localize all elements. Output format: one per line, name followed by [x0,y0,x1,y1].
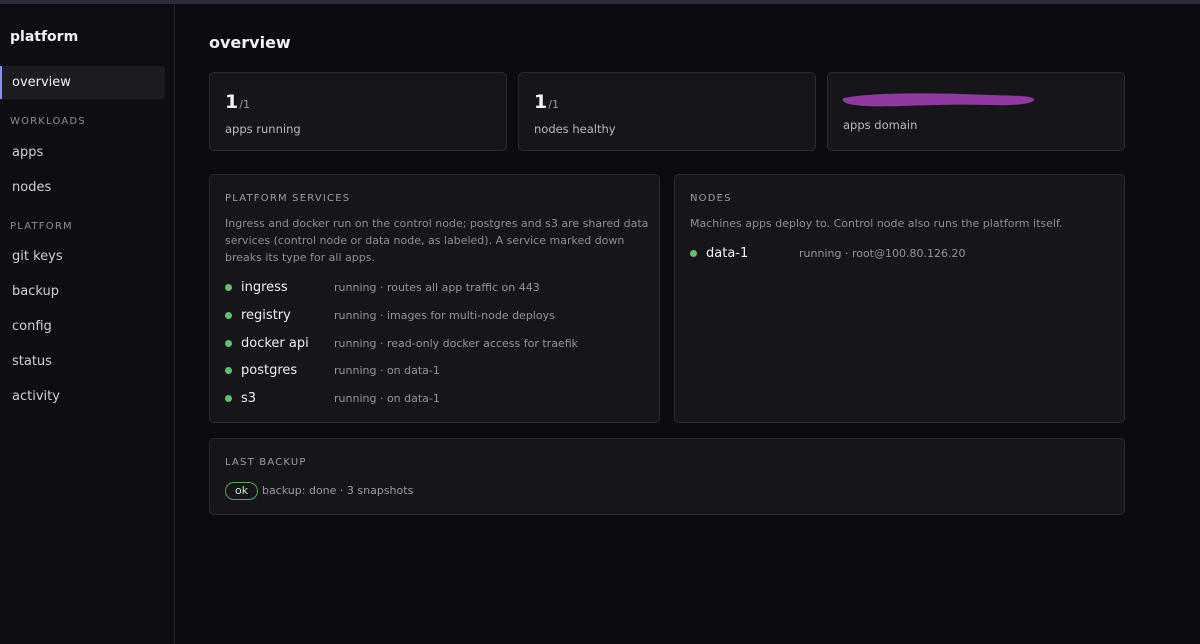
platform-services-panel: PLATFORM SERVICES Ingress and docker run… [209,174,660,423]
nodes-description: Machines apps deploy to. Control node al… [690,217,1063,230]
stat-card-domain: apps domain [827,72,1125,151]
sidebar-item-nodes[interactable]: nodes [0,171,165,204]
status-badge: ok [225,482,259,500]
sidebar-item-apps[interactable]: apps [0,136,165,169]
backup-summary: backup: done · 3 snapshots [262,484,414,497]
service-status: running · routes all app traffic on 443 [334,281,540,294]
service-name: s3 [241,391,257,406]
service-name: registry [241,308,291,323]
section-label-workloads: WORKLOADS [10,116,86,127]
nodes-healthy-count: 1 [534,91,548,113]
apps-total: /1 [239,98,250,111]
status-dot-icon [225,284,232,291]
list-item: ingress running · routes all app traffic… [225,278,645,298]
status-dot-icon [690,250,697,257]
list-item: data-1 running · root@100.80.126.20 [690,244,1110,264]
sidebar-item-status[interactable]: status [0,345,165,378]
service-status: running · on data-1 [334,364,440,377]
nodes-panel: NODES Machines apps deploy to. Control n… [674,174,1125,423]
service-status: running · read-only docker access for tr… [334,337,578,350]
stat-card-apps: 1/1 apps running [209,72,507,151]
sidebar-item-activity[interactable]: activity [0,380,165,413]
stat-card-nodes: 1/1 nodes healthy [518,72,816,151]
section-label-platform: PLATFORM [10,221,73,232]
list-item: postgres running · on data-1 [225,361,645,381]
list-item: registry running · images for multi-node… [225,306,645,326]
sidebar-item-backup[interactable]: backup [0,275,165,308]
last-backup-panel: LAST BACKUP ok backup: done · 3 snapshot… [209,438,1125,515]
nodes-total: /1 [548,98,559,111]
list-item: docker api running · read-only docker ac… [225,334,645,354]
sidebar-item-git-keys[interactable]: git keys [0,240,165,273]
sidebar-item-config[interactable]: config [0,310,165,343]
redacted-domain [842,93,1035,107]
service-status: running · images for multi-node deploys [334,309,555,322]
service-name: ingress [241,280,288,295]
status-dot-icon [225,340,232,347]
nodes-heading: NODES [690,193,732,204]
sidebar-item-overview[interactable]: overview [0,66,165,99]
list-item: s3 running · on data-1 [225,389,645,409]
apps-domain-label: apps domain [843,118,918,132]
brand-title: platform [10,29,79,45]
status-dot-icon [225,312,232,319]
nodes-healthy-label: nodes healthy [534,122,616,136]
page-title: overview [209,33,291,52]
apps-running-label: apps running [225,122,301,136]
last-backup-heading: LAST BACKUP [225,457,307,468]
sidebar: platform overview WORKLOADS apps nodes P… [0,4,175,644]
node-name: data-1 [706,246,749,261]
status-dot-icon [225,367,232,374]
service-status: running · on data-1 [334,392,440,405]
top-border [0,0,1200,4]
node-status: running · root@100.80.126.20 [799,247,966,260]
platform-services-heading: PLATFORM SERVICES [225,193,351,204]
status-dot-icon [225,395,232,402]
apps-running-count: 1 [225,91,239,113]
service-name: docker api [241,336,309,351]
platform-services-description: Ingress and docker run on the control no… [225,217,649,264]
service-name: postgres [241,363,298,378]
